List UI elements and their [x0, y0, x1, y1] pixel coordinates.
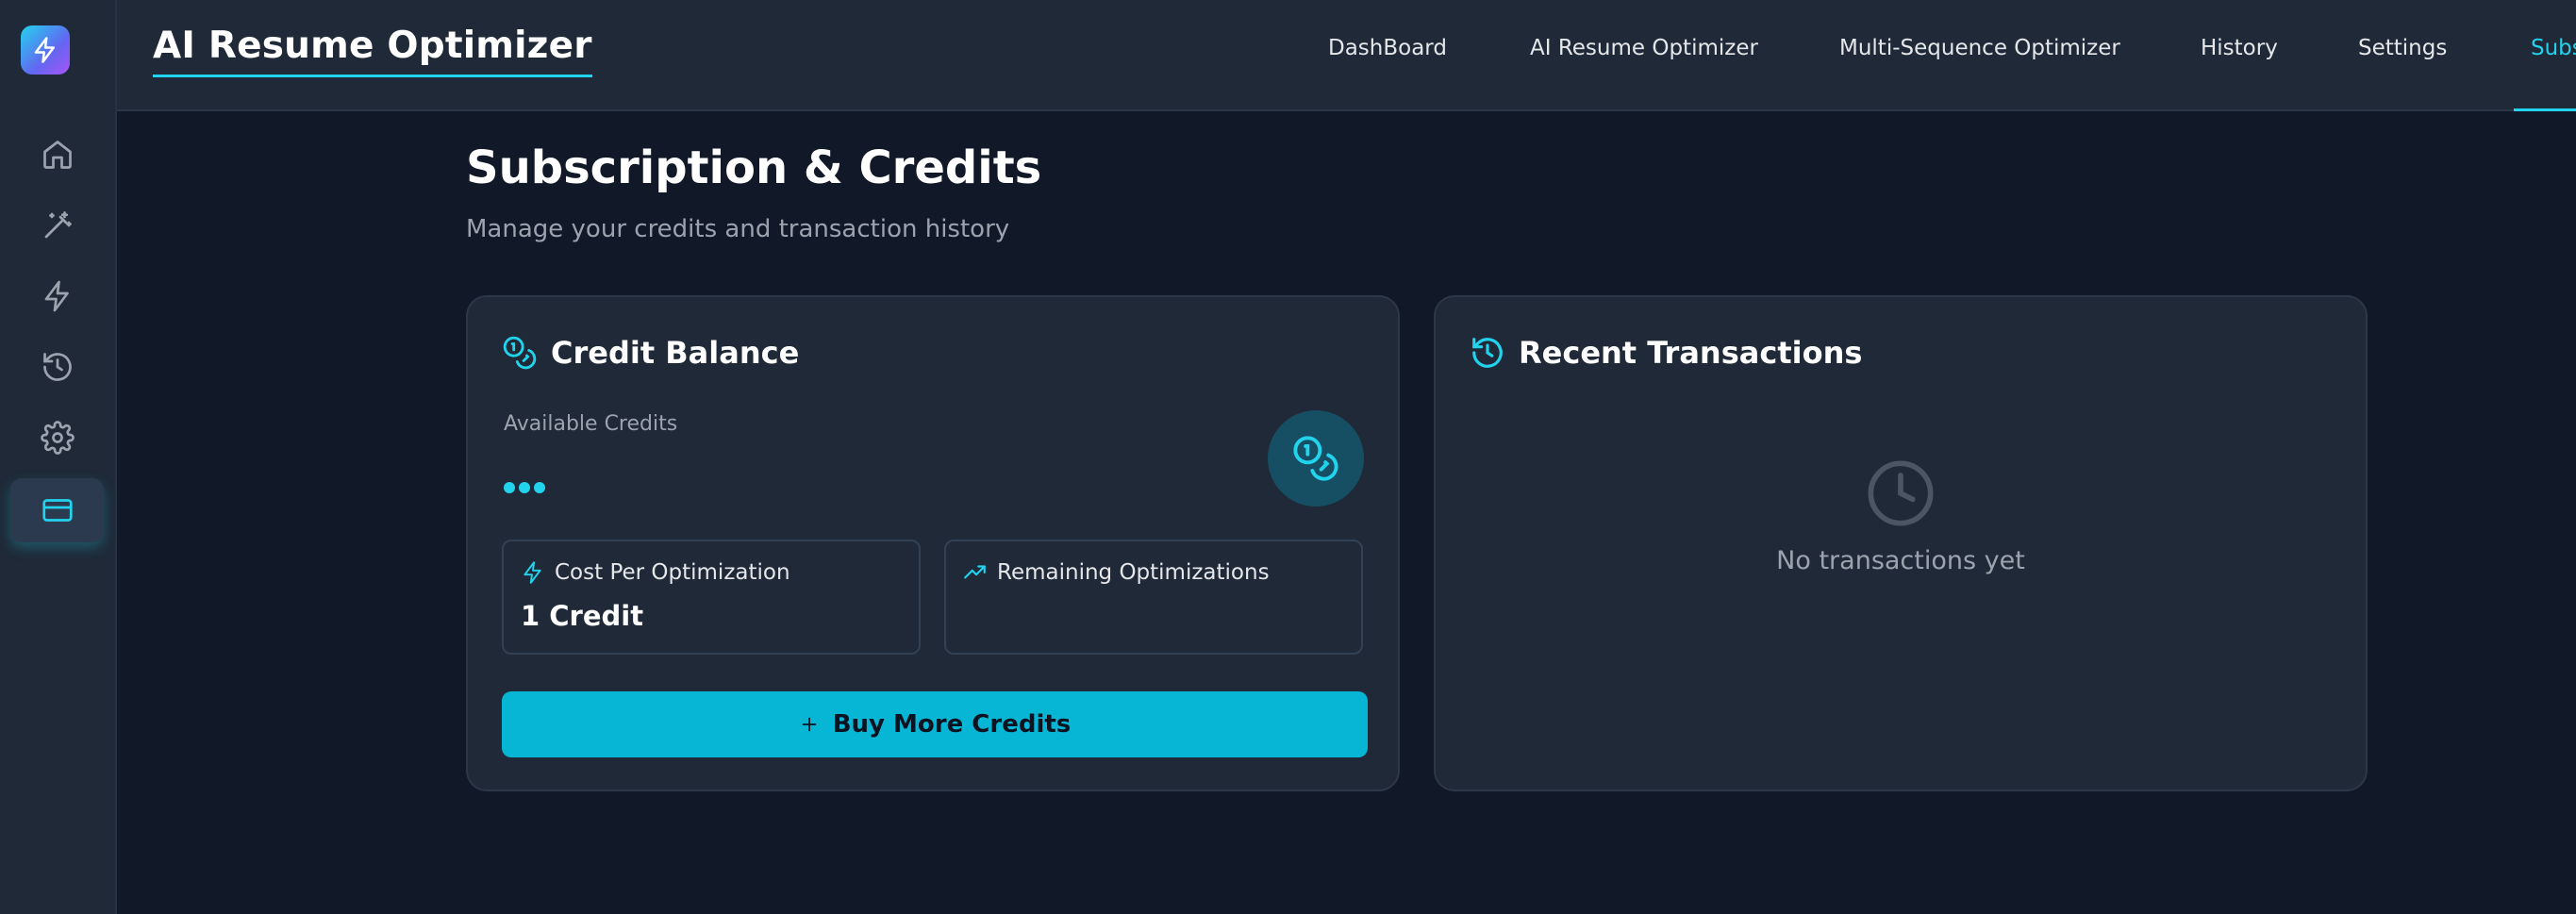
cost-per-optimization-box: Cost Per Optimization 1 Credit — [502, 540, 921, 655]
recent-transactions-header: Recent Transactions — [1470, 335, 1862, 371]
recent-transactions-card: Recent Transactions No transactions yet — [1434, 295, 2368, 791]
trending-up-icon — [964, 565, 986, 579]
loading-dot — [534, 482, 545, 493]
no-transactions-text: No transactions yet — [1776, 546, 2025, 575]
credit-balance-header: Credit Balance — [502, 335, 799, 371]
coins-icon — [1293, 436, 1338, 481]
available-credits-loading — [504, 482, 545, 493]
app-logo[interactable] — [21, 25, 70, 75]
buy-more-credits-label: Buy More Credits — [832, 710, 1072, 739]
sidebar — [0, 0, 117, 914]
credit-balance-title: Credit Balance — [551, 335, 800, 371]
available-credits-label: Available Credits — [504, 412, 678, 436]
sidebar-item-multi-sequence[interactable] — [10, 264, 104, 328]
nav-ai-resume-optimizer[interactable]: AI Resume Optimizer — [1530, 36, 1758, 60]
bolt-icon — [524, 561, 541, 584]
buy-more-credits-button[interactable]: Buy More Credits — [502, 691, 1368, 757]
history-icon — [42, 353, 72, 381]
cost-per-optimization-label: Cost Per Optimization — [555, 560, 790, 585]
nav-settings[interactable]: Settings — [2358, 36, 2447, 60]
cost-per-optimization-header: Cost Per Optimization — [521, 560, 790, 585]
page-subtitle: Manage your credits and transaction hist… — [466, 215, 1010, 243]
sidebar-item-subscription[interactable] — [10, 478, 104, 542]
recent-transactions-title: Recent Transactions — [1519, 335, 1863, 371]
nav-multi-sequence-optimizer[interactable]: Multi-Sequence Optimizer — [1839, 36, 2120, 60]
history-icon — [1472, 338, 1503, 368]
loading-dot — [519, 482, 530, 493]
remaining-optimizations-label: Remaining Optimizations — [997, 560, 1270, 585]
remaining-optimizations-header: Remaining Optimizations — [963, 560, 1270, 585]
app-title[interactable]: AI Resume Optimizer — [153, 25, 592, 77]
coins-icon — [503, 336, 537, 370]
bolt-icon — [34, 37, 55, 63]
home-icon — [42, 141, 72, 169]
remaining-optimizations-box: Remaining Optimizations — [944, 540, 1363, 655]
nav-history[interactable]: History — [2201, 36, 2278, 60]
clock-icon — [1868, 460, 1934, 526]
top-navbar: AI Resume Optimizer DashBoard AI Resume … — [117, 0, 2576, 111]
app-root: AI Resume Optimizer DashBoard AI Resume … — [0, 0, 2576, 914]
cost-per-optimization-value: 1 Credit — [521, 600, 644, 632]
gear-icon — [40, 421, 75, 455]
transactions-empty-state: No transactions yet — [1436, 457, 2366, 575]
credit-card-icon — [42, 499, 73, 522]
sidebar-item-home[interactable] — [10, 123, 104, 187]
sidebar-item-settings[interactable] — [10, 406, 104, 470]
plus-icon — [802, 717, 817, 732]
credit-balance-card: Credit Balance Available Credits Cost Pe… — [466, 295, 1400, 791]
nav-subscription[interactable]: Subs — [2514, 36, 2576, 111]
nav-dashboard[interactable]: DashBoard — [1328, 36, 1447, 60]
page-title: Subscription & Credits — [466, 141, 1042, 194]
bolt-icon — [44, 280, 69, 312]
sidebar-item-history[interactable] — [10, 335, 104, 399]
loading-dot — [504, 482, 515, 493]
coin-badge — [1268, 410, 1364, 507]
sidebar-item-optimizer[interactable] — [10, 193, 104, 258]
magic-wand-icon — [44, 211, 72, 239]
